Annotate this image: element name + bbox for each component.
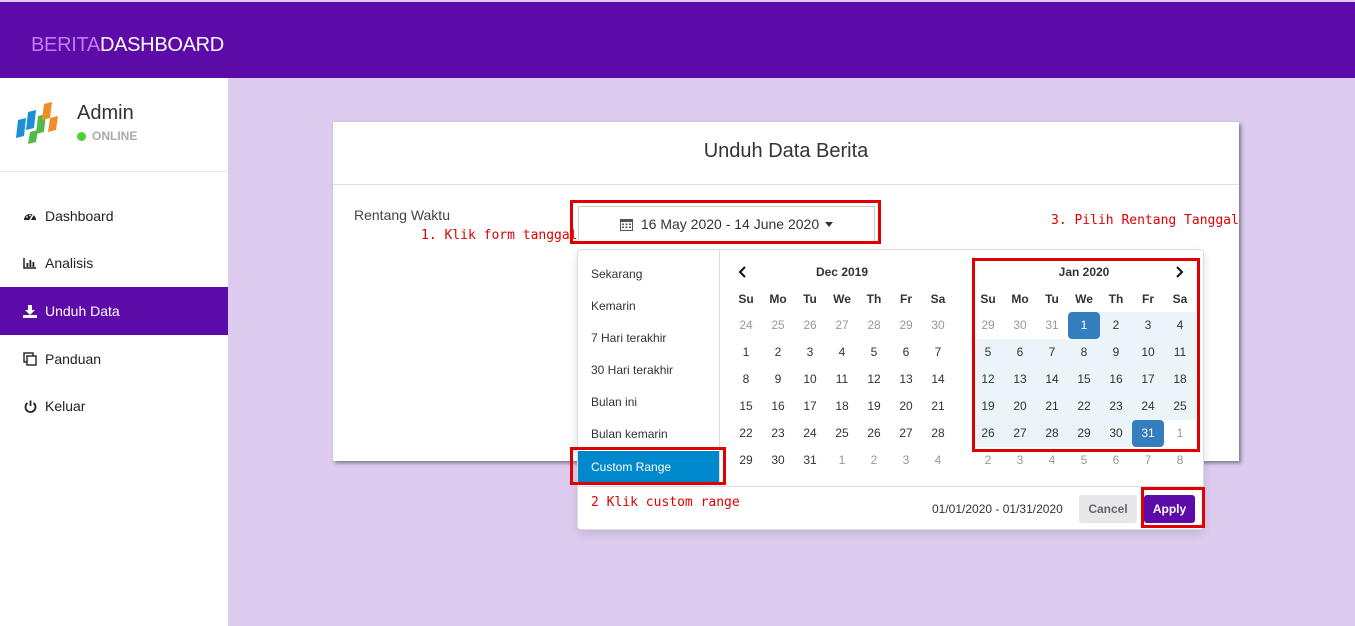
sidebar-item-panduan[interactable]: Panduan	[0, 335, 228, 383]
annotation-box-apply	[1141, 487, 1205, 528]
calendar-day[interactable]: 25	[826, 420, 858, 447]
brand-logo-text[interactable]: BERITADASHBOARD	[31, 34, 224, 57]
calendar-day[interactable]: 4	[922, 447, 954, 474]
prev-month-icon[interactable]	[736, 265, 750, 279]
calendar-day[interactable]: 4	[826, 339, 858, 366]
bps-logo-icon	[16, 102, 58, 144]
sidebar: Admin ONLINE Dashboard Analisis Unduh Da…	[0, 78, 228, 626]
calendar-day[interactable]: 3	[890, 447, 922, 474]
sidebar-item-label: Unduh Data	[45, 303, 120, 319]
online-dot-icon	[77, 131, 86, 141]
cancel-button[interactable]: Cancel	[1079, 495, 1137, 523]
calendar-left: Dec 2019 Su Mo Tu We Th Fr Sa 24 25 26 27 28 29 30 1 2 3…	[730, 258, 954, 474]
calendar-day[interactable]: 7	[922, 339, 954, 366]
weekday-header: Tu	[803, 292, 817, 306]
calendar-day[interactable]: 21	[922, 393, 954, 420]
calendar-day[interactable]: 25	[762, 312, 794, 339]
calendar-day[interactable]: 28	[922, 420, 954, 447]
calendar-day[interactable]: 29	[890, 312, 922, 339]
weekday-header: Mo	[769, 292, 787, 306]
sidebar-item-unduh-data[interactable]: Unduh Data	[0, 287, 228, 335]
download-icon	[23, 304, 37, 318]
user-panel: Admin ONLINE	[0, 78, 228, 172]
weekday-header: Sa	[930, 292, 946, 306]
calendar-day[interactable]: 17	[794, 393, 826, 420]
calendar-day[interactable]: 2	[858, 447, 890, 474]
top-navbar: BERITADASHBOARD	[0, 2, 1355, 78]
calendar-day[interactable]: 9	[762, 366, 794, 393]
copy-icon	[23, 352, 37, 366]
range-option-sekarang[interactable]: Sekarang	[578, 258, 719, 290]
calendar-left-header: Dec 2019	[730, 258, 954, 286]
calendar-day[interactable]: 6	[890, 339, 922, 366]
calendar-day[interactable]: 31	[794, 447, 826, 474]
calendar-day[interactable]: 27	[826, 312, 858, 339]
calendar-day[interactable]: 10	[794, 366, 826, 393]
dashboard-icon	[23, 209, 37, 223]
sidebar-item-label: Keluar	[45, 398, 86, 414]
annotation-box-calendar	[972, 258, 1200, 452]
annotation-step-3: 3. Pilih Rentang Tanggal	[1051, 213, 1239, 228]
calendar-day[interactable]: 8	[730, 366, 762, 393]
user-status: ONLINE	[77, 129, 137, 143]
calendar-day[interactable]: 26	[858, 420, 890, 447]
calendar-day[interactable]: 23	[762, 420, 794, 447]
calendar-day[interactable]: 1	[826, 447, 858, 474]
brand-part-1: BERITA	[31, 34, 100, 56]
calendar-left-grid: Su Mo Tu We Th Fr Sa 24 25 26 27 28 29 30 1 2 3 4 5 6 7 8 9 10 1…	[730, 286, 954, 474]
calendar-day[interactable]: 24	[794, 420, 826, 447]
calendar-day[interactable]: 3	[794, 339, 826, 366]
rentang-waktu-label: Rentang Waktu	[354, 207, 450, 223]
calendar-day[interactable]: 28	[858, 312, 890, 339]
calendar-day[interactable]: 13	[890, 366, 922, 393]
calendar-day[interactable]: 26	[794, 312, 826, 339]
calendar-day[interactable]: 29	[730, 447, 762, 474]
range-option-bulan-ini[interactable]: Bulan ini	[578, 386, 719, 418]
calendar-day[interactable]: 1	[730, 339, 762, 366]
calendar-day[interactable]: 18	[826, 393, 858, 420]
sidebar-item-label: Analisis	[45, 255, 94, 271]
weekday-header: Th	[866, 292, 882, 306]
weekday-header: We	[833, 292, 851, 306]
sidebar-item-label: Dashboard	[45, 208, 114, 224]
sidebar-item-label: Panduan	[45, 351, 102, 367]
calendar-day[interactable]: 12	[858, 366, 890, 393]
calendar-left-month: Dec 2019	[815, 265, 869, 279]
annotation-box-date-field	[570, 200, 881, 244]
annotation-step-1: 1. Klik form tanggal	[421, 228, 578, 243]
calendar-day[interactable]: 15	[730, 393, 762, 420]
range-option-30-hari[interactable]: 30 Hari terakhir	[578, 354, 719, 386]
power-icon	[23, 399, 37, 413]
calendar-day[interactable]: 27	[890, 420, 922, 447]
status-label: ONLINE	[92, 129, 138, 143]
sidebar-item-keluar[interactable]: Keluar	[0, 382, 228, 430]
brand-part-2: DASHBOARD	[99, 34, 224, 56]
range-option-bulan-kemarin[interactable]: Bulan kemarin	[578, 418, 719, 450]
sidebar-item-dashboard[interactable]: Dashboard	[0, 192, 228, 240]
selected-range-text: 01/01/2020 - 01/31/2020	[932, 502, 1063, 516]
range-option-7-hari[interactable]: 7 Hari terakhir	[578, 322, 719, 354]
calendar-day[interactable]: 5	[858, 339, 890, 366]
card-title: Unduh Data Berita	[333, 122, 1239, 185]
calendar-day[interactable]: 19	[858, 393, 890, 420]
calendar-day[interactable]: 11	[826, 366, 858, 393]
weekday-header: Fr	[900, 292, 912, 306]
range-option-kemarin[interactable]: Kemarin	[578, 290, 719, 322]
user-name: Admin	[77, 102, 134, 124]
annotation-box-custom-range	[570, 447, 726, 485]
calendar-day[interactable]: 20	[890, 393, 922, 420]
calendar-day[interactable]: 30	[922, 312, 954, 339]
calendar-day[interactable]: 14	[922, 366, 954, 393]
calendar-day[interactable]: 22	[730, 420, 762, 447]
weekday-header: Su	[738, 292, 754, 306]
calendar-day[interactable]: 30	[762, 447, 794, 474]
calendar-day[interactable]: 16	[762, 393, 794, 420]
sidebar-item-analisis[interactable]: Analisis	[0, 239, 228, 287]
calendar-day[interactable]: 24	[730, 312, 762, 339]
annotation-step-2: 2 Klik custom range	[591, 495, 740, 510]
calendar-day[interactable]: 2	[762, 339, 794, 366]
bar-chart-icon	[23, 256, 37, 270]
